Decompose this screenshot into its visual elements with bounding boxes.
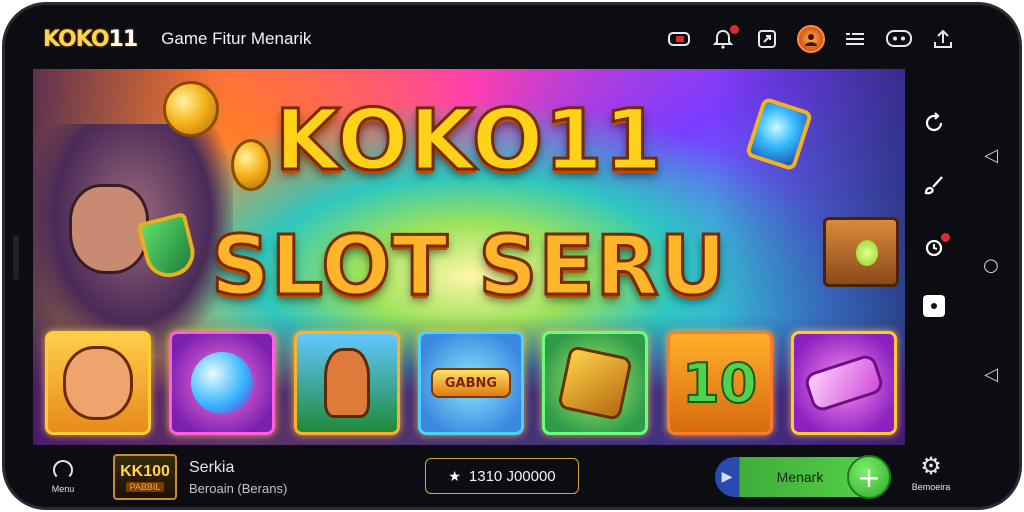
plus-icon[interactable]: + <box>847 455 891 499</box>
fox-icon <box>323 348 370 418</box>
game-info: Serkia Beroain (Berans) <box>189 459 287 496</box>
list-icon[interactable] <box>841 25 869 53</box>
menu-button[interactable]: Menu <box>33 460 93 494</box>
refresh-icon[interactable] <box>920 109 948 137</box>
banner-subtitle: SLOT SERU <box>209 218 728 316</box>
brush-icon[interactable] <box>920 171 948 199</box>
profile-avatar[interactable] <box>797 25 825 53</box>
settings-button[interactable]: ⚙ Bemoeira <box>901 453 961 492</box>
notification-badge <box>730 25 739 34</box>
gear-icon: ⚙ <box>920 452 942 480</box>
game-tiles: GABNG 10 <box>45 331 897 435</box>
logo-number: 11 <box>108 26 139 52</box>
game-subtitle: Beroain (Berans) <box>189 480 288 496</box>
game-tile-fox[interactable] <box>293 331 400 435</box>
logo-text: KOKO <box>43 26 110 52</box>
side-button <box>13 235 19 281</box>
recent-nav-icon[interactable]: ◁ <box>984 364 998 385</box>
game-tile-gabng[interactable]: GABNG <box>417 331 524 435</box>
game-name: Serkia <box>189 458 235 476</box>
gabng-logo: GABNG <box>430 368 511 398</box>
header-icons <box>665 25 963 53</box>
game-tile-crystal[interactable] <box>790 331 897 435</box>
jackpot-button[interactable]: ★ 1310 J00000 <box>425 458 579 494</box>
number-ten-label: 10 <box>681 351 758 416</box>
thumbnail-tag: PABBIL <box>125 481 165 492</box>
game-tile-ten[interactable]: 10 <box>666 331 773 435</box>
game-tile-orb[interactable] <box>169 331 276 435</box>
chat-icon[interactable] <box>885 25 913 53</box>
play-icon: ▶ <box>721 469 733 485</box>
upload-icon[interactable] <box>929 25 957 53</box>
notification-icon[interactable] <box>709 25 739 53</box>
alarm-icon[interactable] <box>920 233 950 261</box>
hero-face-icon <box>63 346 133 420</box>
treasure-cube-icon <box>557 345 634 421</box>
home-nav-icon[interactable]: ○ <box>983 255 999 276</box>
settings-label: Bemoeira <box>911 482 951 492</box>
right-rail <box>908 75 960 445</box>
record-icon[interactable] <box>923 295 945 317</box>
thumbnail-title: KK100 <box>120 462 170 480</box>
magic-orb-icon <box>191 352 254 414</box>
system-nav: ◁ ○ ◁ <box>971 145 1011 385</box>
phone-frame: KOKO11 Game Fitur Menarik KOKO11 SLOT SE… <box>2 2 1022 510</box>
crystal-bar-icon <box>802 352 886 414</box>
page-title: Game Fitur Menarik <box>161 29 312 48</box>
app-logo[interactable]: KOKO11 <box>43 26 139 52</box>
banner-title: KOKO11 <box>273 90 664 191</box>
game-tile-hero[interactable] <box>45 331 151 435</box>
game-tile-cube[interactable] <box>542 331 649 435</box>
video-icon[interactable] <box>665 25 693 53</box>
menu-icon <box>53 460 73 480</box>
share-icon[interactable] <box>753 25 781 53</box>
jackpot-value: 1310 J00000 <box>468 467 556 485</box>
top-bar: KOKO11 Game Fitur Menarik <box>33 13 963 65</box>
alarm-badge <box>941 233 950 242</box>
menu-label: Menu <box>51 484 75 494</box>
menarik-button[interactable]: ▶ Menark + <box>715 455 891 499</box>
bottom-bar: Menu KK100 PABBIL Serkia Beroain (Berans… <box>33 447 963 507</box>
promo-banner[interactable]: KOKO11 SLOT SERU GABNG 10 <box>33 69 905 445</box>
star-icon: ★ <box>448 467 461 484</box>
back-nav-icon[interactable]: ◁ <box>984 145 998 166</box>
game-thumbnail[interactable]: KK100 PABBIL <box>113 454 177 500</box>
